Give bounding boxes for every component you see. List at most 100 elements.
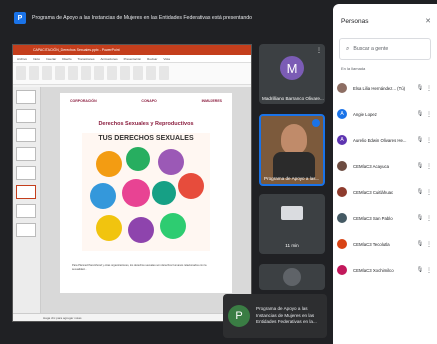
participant-name: Programa de Apoyo a las...: [264, 176, 320, 181]
more-options-icon[interactable]: ⋮: [425, 215, 433, 222]
panel-header: Personas ✕: [333, 4, 437, 38]
avatar: [337, 265, 347, 275]
ppt-body: CORPORACIÓN CONAPO INMUJERES Derechos Se…: [13, 87, 251, 313]
laptop-icon: [281, 206, 303, 220]
presenter-video: [281, 124, 307, 154]
close-icon[interactable]: ✕: [425, 17, 431, 25]
mic-off-icon: 🎙: [416, 85, 424, 91]
mic-off-icon: 🎙: [416, 137, 424, 143]
search-icon: ⌕: [346, 45, 350, 52]
poster-circle: [96, 151, 122, 177]
more-options-icon[interactable]: ⋮: [425, 111, 433, 118]
more-options-icon[interactable]: ⋮: [425, 189, 433, 196]
slide-thumbnail: [16, 166, 36, 180]
poster-title: TUS DERECHOS SEXUALES: [98, 135, 194, 142]
presenter-icon: P: [14, 12, 26, 24]
section-label: En la llamada: [341, 66, 366, 71]
ppt-tab: Transiciones: [77, 56, 95, 61]
self-view-chip[interactable]: P Programa de Apoyo a las Instancias de …: [223, 294, 327, 338]
slide-thumbnails: [13, 87, 41, 313]
ribbon-button: [16, 66, 26, 80]
shared-screen: CAPACITACIÓN_Derechos Sexuales.pptx - Po…: [12, 44, 252, 322]
poster-circle: [126, 147, 150, 171]
ribbon-button: [68, 66, 78, 80]
more-options-icon[interactable]: ⋮: [425, 137, 433, 144]
ppt-tab: Animaciones: [100, 56, 118, 61]
poster-circle: [90, 183, 116, 209]
ppt-ribbon: [13, 63, 251, 85]
ppt-title-bar: CAPACITACIÓN_Derechos Sexuales.pptx - Po…: [13, 45, 251, 55]
person-row[interactable]: CEMÍaC3 Cuitláhuac 🎙 ⋮: [333, 179, 437, 205]
participant-name: Madrilliano Barranco Olivare...: [262, 96, 324, 101]
ribbon-button: [146, 66, 156, 80]
participant-tile-presenter[interactable]: Programa de Apoyo a las...: [259, 114, 325, 186]
participant-tile-fourth[interactable]: [259, 264, 325, 290]
ppt-notes-bar: Haga clic para agregar notas: [13, 313, 251, 321]
more-options-icon[interactable]: ⋮: [425, 85, 433, 92]
presenting-text: Programa de Apoyo a las Instancias de Mu…: [32, 15, 253, 21]
ribbon-button: [81, 66, 91, 80]
mic-off-icon: 🎙: [416, 267, 424, 273]
mic-off-icon: 🎙: [416, 163, 424, 169]
people-panel: Personas ✕ ⌕ Buscar a gente En la llamad…: [333, 4, 437, 344]
poster-circle: [158, 149, 184, 175]
ppt-tab: Vista: [163, 56, 170, 61]
avatar: A: [337, 135, 347, 145]
more-options-icon[interactable]: ⋮: [425, 267, 433, 274]
poster-circle: [96, 215, 122, 241]
slide-thumbnail-selected: [16, 185, 36, 199]
person-name: CEMÍaC3 Xochimilco: [353, 267, 394, 273]
ppt-tab: Presentación: [123, 56, 142, 61]
person-row[interactable]: CEMÍaC3 Xochimilco 🎙 ⋮: [333, 257, 437, 283]
ppt-tab: Diseño: [62, 56, 72, 61]
more-options-icon[interactable]: ⋮: [425, 241, 433, 248]
participant-name: 11 min: [285, 243, 299, 248]
presenting-bar: P Programa de Apoyo a las Instancias de …: [0, 0, 330, 36]
ribbon-button: [133, 66, 143, 80]
avatar: M: [280, 56, 304, 80]
mic-off-icon: 🎙: [416, 215, 424, 221]
avatar: [337, 239, 347, 249]
participant-tile-m[interactable]: M ⋮ Madrilliano Barranco Olivare...: [259, 44, 325, 104]
ppt-tab: Archivo: [17, 56, 28, 61]
poster-circle: [160, 213, 186, 239]
panel-title: Personas: [341, 17, 369, 25]
slide-thumbnail: [16, 90, 36, 104]
mic-off-icon: 🎙: [416, 189, 424, 195]
participant-tile-third[interactable]: 11 min: [259, 194, 325, 254]
ribbon-button: [159, 66, 169, 80]
person-name: CEMÍaC3 Acayuca: [353, 163, 390, 169]
logo-right: INMUJERES: [201, 99, 222, 103]
person-row[interactable]: Elsa Lilia Hernández... (Tú) 🎙 ⋮: [333, 75, 437, 101]
person-row[interactable]: CEMÍaC3 Acayuca 🎙 ⋮: [333, 153, 437, 179]
slide-stage: CORPORACIÓN CONAPO INMUJERES Derechos Se…: [41, 87, 251, 313]
mic-off-icon: 🎙: [416, 241, 424, 247]
poster-circle: [122, 179, 150, 207]
meet-window: P Programa de Apoyo a las Instancias de …: [0, 0, 437, 344]
ribbon-button: [94, 66, 104, 80]
more-options-icon[interactable]: ⋮: [425, 163, 433, 170]
person-row[interactable]: CEMÍaC3 Tecolutla 🎙 ⋮: [333, 231, 437, 257]
avatar: [337, 213, 347, 223]
ribbon-button: [120, 66, 130, 80]
person-row[interactable]: A Aurelio Edwin Olivares He... 🎙 ⋮: [333, 127, 437, 153]
slide-heading: Derechos Sexuales y Reproductivos: [98, 121, 194, 127]
ppt-ribbon-tabs: Archivo Inicio Insertar Diseño Transicio…: [13, 55, 251, 63]
slide: CORPORACIÓN CONAPO INMUJERES Derechos Se…: [60, 93, 232, 293]
mic-off-icon: 🎙: [416, 111, 424, 117]
person-name: CEMÍaC3 Tecolutla: [353, 241, 390, 247]
slide-thumbnail: [16, 223, 36, 237]
person-name: Aurelio Edwin Olivares He...: [353, 137, 407, 143]
slide-logos: CORPORACIÓN CONAPO INMUJERES: [70, 99, 222, 103]
avatar: [337, 187, 347, 197]
more-options-icon[interactable]: ⋮: [316, 47, 322, 54]
person-row[interactable]: CEMÍaC3 San Pablo 🎙 ⋮: [333, 205, 437, 231]
person-name: CEMÍaC3 Cuitláhuac: [353, 189, 394, 195]
avatar: A: [337, 109, 347, 119]
person-row[interactable]: A Angie Lopez 🎙 ⋮: [333, 101, 437, 127]
self-view-name: Programa de Apoyo a las Instancias de Mu…: [256, 306, 317, 325]
avatar: [337, 161, 347, 171]
search-input[interactable]: ⌕ Buscar a gente: [339, 38, 431, 60]
slide-thumbnail: [16, 204, 36, 218]
slide-thumbnail: [16, 109, 36, 123]
